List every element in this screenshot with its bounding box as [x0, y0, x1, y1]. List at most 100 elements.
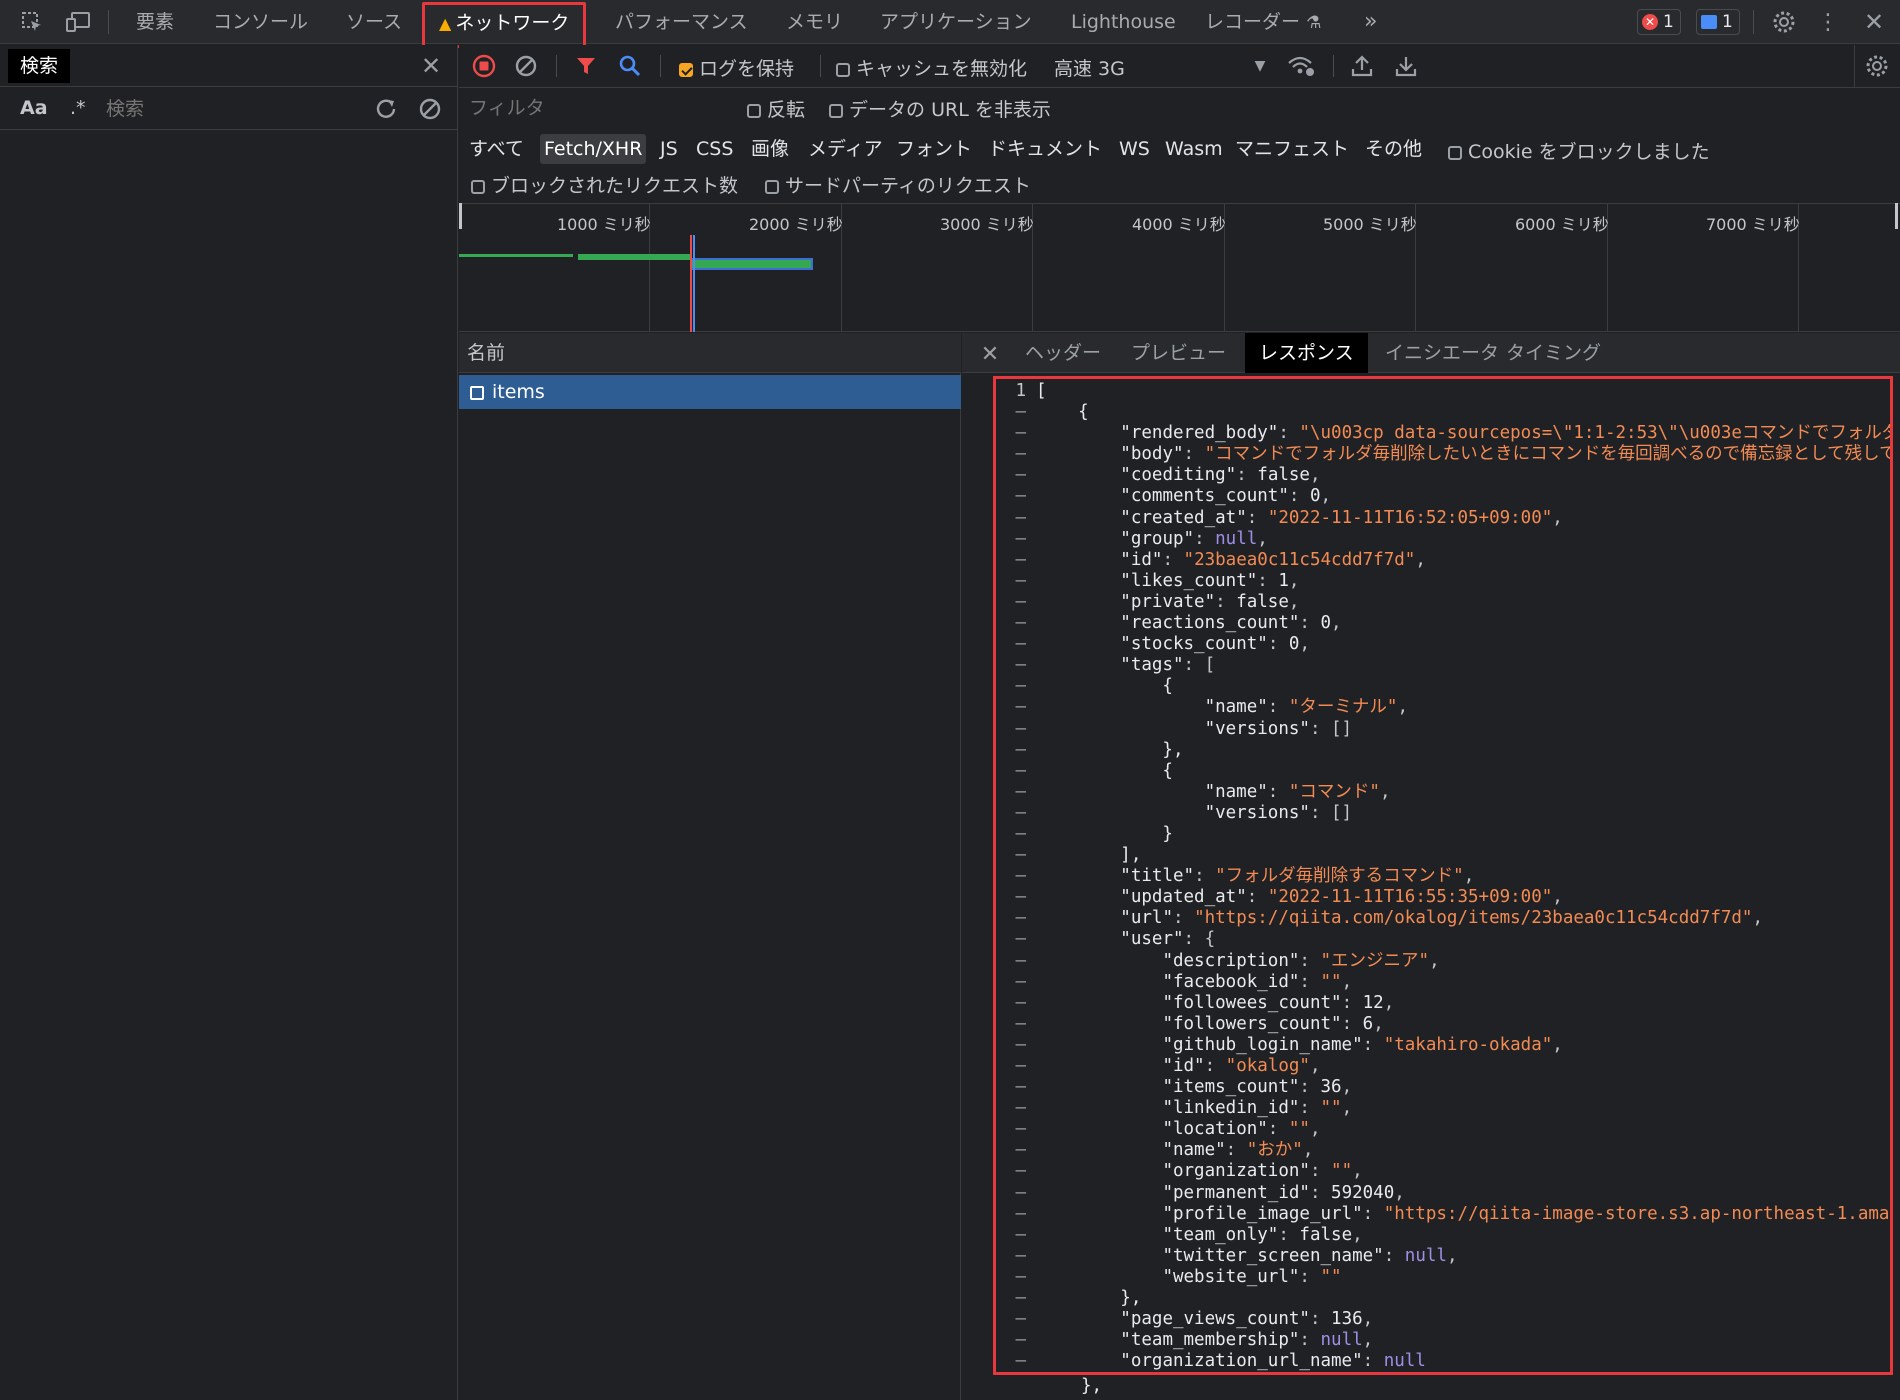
stop-recording-icon[interactable] [471, 53, 497, 79]
likes-count-value: 1 [1278, 570, 1289, 591]
tab-recorder[interactable]: レコーダー ⚗ [1205, 0, 1321, 44]
preserve-log-checkbox[interactable]: ログを保持 [679, 54, 794, 81]
user-team-only-value: false [1299, 1224, 1353, 1245]
throttling-value: 高速 3G [1054, 58, 1125, 80]
type-filter-doc[interactable]: ドキュメント [984, 134, 1106, 164]
type-filter-other[interactable]: その他 [1361, 134, 1426, 164]
timeline-tick-2000: 2000 ミリ秒 [749, 215, 843, 234]
tab-preview[interactable]: プレビュー [1131, 333, 1226, 373]
network-toolbar: ログを保持 キャッシュを無効化 高速 3G ▼ [459, 45, 1900, 88]
type-filter-js[interactable]: JS [656, 134, 682, 164]
tab-lighthouse[interactable]: Lighthouse [1071, 0, 1176, 44]
match-case-button[interactable]: Aa [20, 97, 48, 119]
tab-elements[interactable]: 要素 [136, 0, 174, 44]
throttling-select[interactable]: 高速 3G [1054, 54, 1125, 81]
tab-response[interactable]: レスポンス [1245, 333, 1368, 373]
preserve-log-label: ログを保持 [699, 58, 795, 80]
group-value: null [1215, 528, 1258, 549]
third-party-label: サードパーティのリクエスト [785, 175, 1031, 197]
type-filter-img[interactable]: 画像 [747, 134, 793, 164]
search-tab[interactable]: 検索 [8, 49, 71, 83]
chevron-down-icon[interactable]: ▼ [1249, 54, 1271, 78]
network-conditions-icon[interactable] [1287, 53, 1315, 79]
type-filter-all[interactable]: すべて [465, 134, 528, 164]
table-row[interactable]: items [459, 375, 961, 409]
response-body-viewer[interactable]: 1– – – – – – – – – – – – – – – – – – – – – – – – – – – – – – – – – – – – – – –… [993, 376, 1893, 1375]
preserve-log-check[interactable] [679, 62, 693, 77]
type-filter-wasm[interactable]: Wasm [1161, 134, 1227, 164]
export-har-icon[interactable] [1393, 53, 1419, 79]
third-party-checkbox[interactable]: サードパーティのリクエスト [765, 171, 1031, 198]
user-website-url-value: "" [1320, 1266, 1342, 1287]
third-party-check[interactable] [765, 179, 779, 194]
tab-timing[interactable]: タイミング [1506, 333, 1601, 373]
blocked-cookies-check[interactable] [1448, 145, 1462, 160]
hide-data-urls-check[interactable] [829, 103, 843, 118]
blocked-requests-checkbox[interactable]: ブロックされたリクエスト数 [471, 171, 738, 198]
more-options-icon[interactable]: ⋮ [1817, 9, 1839, 35]
title-value: "フォルダ毎削除するコマンド" [1215, 866, 1464, 887]
tab-performance[interactable]: パフォーマンス [615, 0, 748, 44]
filter-icon[interactable] [573, 53, 599, 79]
user-followees-count-value: 12 [1362, 992, 1384, 1013]
close-devtools-icon[interactable]: ✕ [1862, 8, 1886, 36]
tab-sources[interactable]: ソース [346, 0, 402, 44]
message-count: 1 [1722, 12, 1733, 32]
blocked-requests-check[interactable] [471, 179, 485, 194]
clear-log-icon[interactable] [513, 53, 539, 79]
tab-memory[interactable]: メモリ [786, 0, 843, 44]
blocked-cookies-checkbox[interactable]: Cookie をブロックしました [1448, 137, 1710, 164]
filter-input[interactable] [463, 92, 725, 124]
more-tabs-button[interactable]: » [1364, 0, 1377, 44]
timeline-right-handle[interactable] [1895, 203, 1898, 229]
network-settings-gear-icon[interactable] [1864, 53, 1890, 79]
hide-data-urls-label: データの URL を非表示 [849, 99, 1051, 121]
error-icon: ✕ [1642, 14, 1658, 30]
user-facebook-id-value: "" [1320, 971, 1342, 992]
error-count-badge[interactable]: ✕ 1 [1637, 9, 1681, 35]
tab-application[interactable]: アプリケーション [880, 0, 1032, 44]
message-count-badge[interactable]: 1 [1696, 9, 1740, 35]
inspect-element-icon[interactable] [20, 10, 44, 34]
request-filters-row: ブロックされたリクエスト数 サードパーティのリクエスト [459, 168, 1900, 204]
tab-console[interactable]: コンソール [213, 0, 308, 44]
device-toolbar-icon[interactable] [64, 10, 92, 34]
tab-network[interactable]: ▲ ネットワーク [422, 2, 587, 48]
message-icon [1701, 15, 1717, 29]
invert-check[interactable] [747, 103, 761, 118]
tab-recorder-label: レコーダー [1205, 11, 1301, 33]
timeline-overview[interactable]: 1000 ミリ秒 2000 ミリ秒 3000 ミリ秒 4000 ミリ秒 5000… [459, 203, 1900, 332]
close-detail-icon[interactable]: ✕ [978, 341, 1002, 367]
regex-button[interactable]: .* [70, 97, 86, 119]
hide-data-urls-checkbox[interactable]: データの URL を非表示 [829, 95, 1051, 122]
import-har-icon[interactable] [1349, 53, 1375, 79]
search-input[interactable] [98, 93, 360, 125]
timeline-bar-3 [690, 258, 813, 270]
search-icon[interactable] [617, 53, 643, 79]
disable-cache-check[interactable] [836, 62, 850, 77]
settings-gear-icon[interactable] [1771, 9, 1797, 35]
tag2-name-value: "コマンド" [1288, 781, 1380, 802]
user-linkedin-id-value: "" [1320, 1098, 1342, 1119]
name-column-header[interactable]: 名前 [459, 333, 961, 373]
clear-search-icon[interactable] [416, 95, 444, 123]
disable-cache-checkbox[interactable]: キャッシュを無効化 [836, 54, 1027, 81]
type-filter-font[interactable]: フォント [892, 134, 976, 164]
reactions-count-value: 0 [1320, 613, 1332, 634]
user-twitter-value: null [1404, 1245, 1447, 1266]
body-value: "コマンドでフォルダ毎削除したいときにコマンドを毎回調べるので備忘録として残して… [1204, 444, 1890, 465]
id-value: "23baea0c11c54cdd7f7d" [1183, 549, 1416, 570]
type-filter-media[interactable]: メディア [804, 134, 887, 164]
timeline-left-handle[interactable] [459, 203, 462, 229]
close-search-icon[interactable]: ✕ [418, 52, 444, 80]
tab-initiator[interactable]: イニシエータ [1385, 333, 1499, 373]
tab-headers[interactable]: ヘッダー [1025, 333, 1101, 373]
invert-checkbox[interactable]: 反転 [747, 95, 805, 122]
type-filter-css[interactable]: CSS [692, 134, 737, 164]
type-filter-fetch-xhr[interactable]: Fetch/XHR [540, 134, 647, 164]
type-filter-ws[interactable]: WS [1115, 134, 1154, 164]
type-filter-manifest[interactable]: マニフェスト [1231, 134, 1353, 164]
error-count: 1 [1663, 12, 1674, 32]
refresh-icon[interactable] [372, 95, 400, 123]
filter-bar: 反転 データの URL を非表示 [459, 88, 1900, 128]
